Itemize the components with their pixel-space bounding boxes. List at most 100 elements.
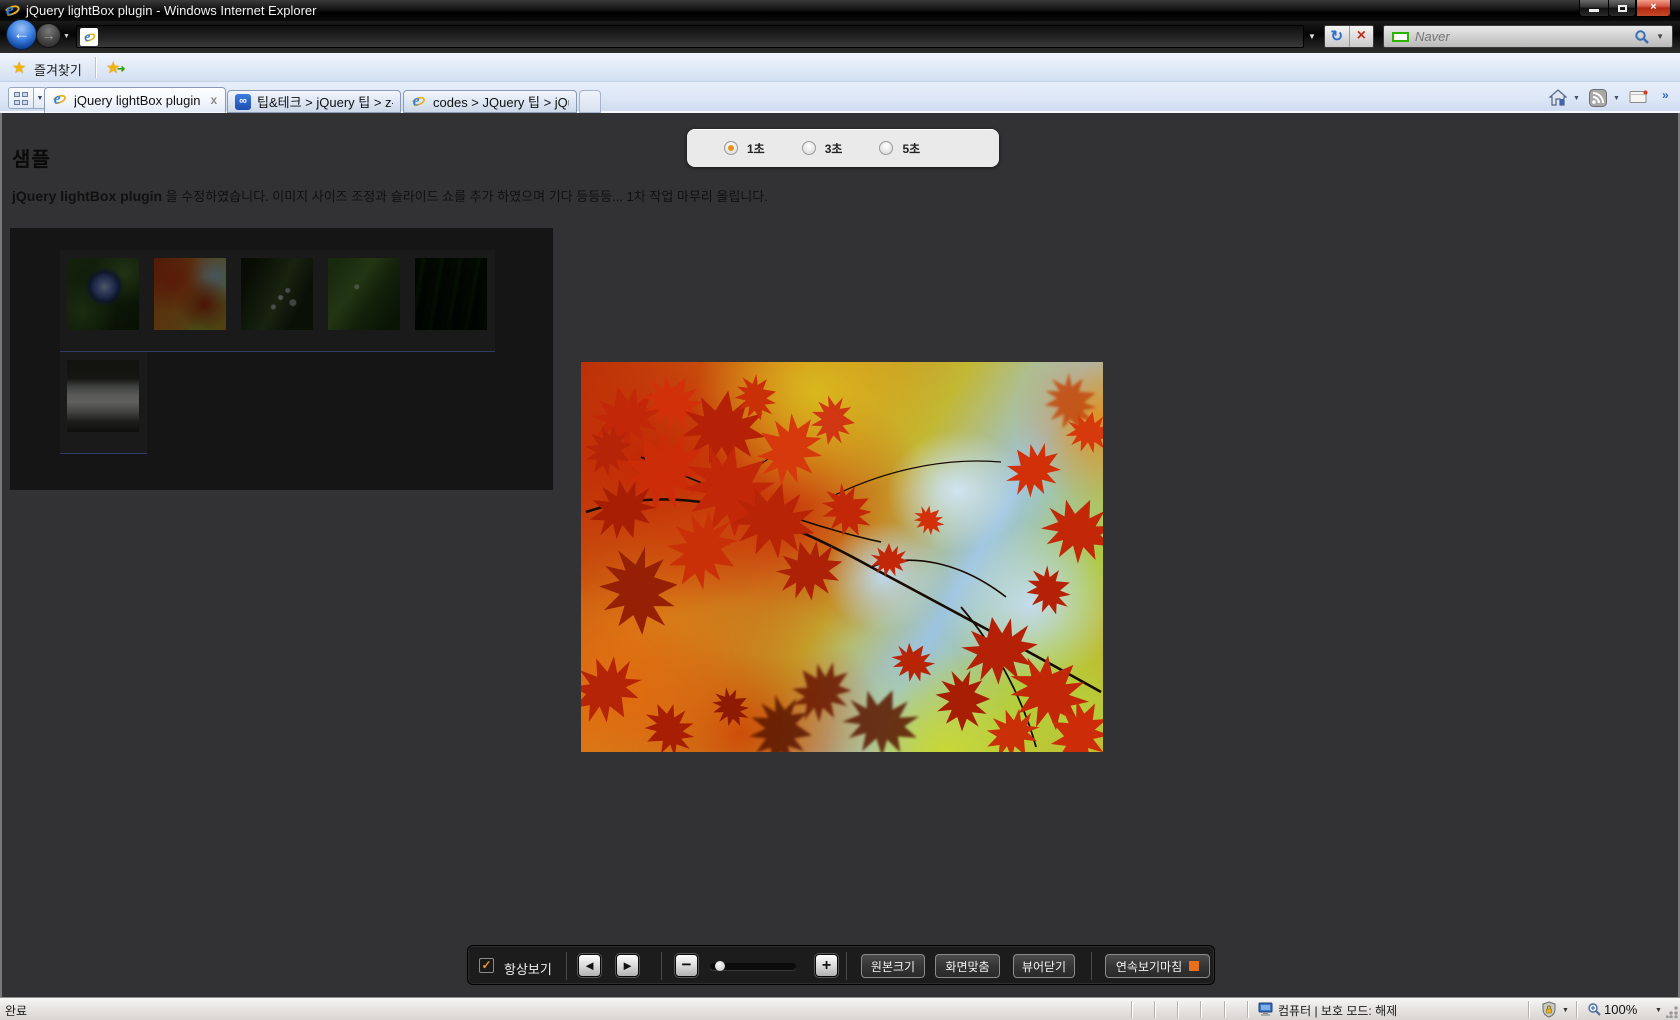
history-dropdown-icon[interactable]: ▼ [63, 33, 70, 40]
ie-favicon-icon: e [412, 94, 426, 108]
page-favicon-icon: e [80, 28, 98, 46]
window-title: jQuery lightBox plugin - Windows Interne… [26, 3, 316, 18]
security-shield-icon[interactable] [1541, 1001, 1557, 1018]
add-favorite-arrow-icon: ➜ [117, 64, 125, 75]
tab-codes[interactable]: e codes > JQuery 팁 > jQue... [403, 90, 577, 113]
toolbar-overflow-chevron-icon[interactable]: » [1662, 88, 1669, 102]
original-size-button[interactable]: 원본크기 [861, 954, 925, 978]
divider [1576, 1001, 1577, 1018]
computer-icon [1258, 1002, 1274, 1017]
radio-icon[interactable] [879, 141, 893, 155]
maple-leaves [581, 364, 1103, 752]
address-dropdown-icon[interactable]: ▼ [1308, 32, 1316, 41]
tab-label: 팁&테크 > jQuery 팁 > z-... [257, 92, 393, 111]
favorites-bar: ★ 즐겨찾기 ★ ➜ [0, 53, 1680, 82]
zoom-in-button[interactable]: + [815, 954, 838, 977]
title-bar: e jQuery lightBox plugin - Windows Inter… [0, 0, 1680, 21]
page-title: 샘플 [12, 143, 51, 172]
stop-icon[interactable]: × [1350, 26, 1374, 47]
address-input[interactable] [98, 26, 1303, 47]
divider [1091, 952, 1092, 980]
stop-square-icon [1189, 961, 1199, 971]
intro-rest: 을 수정하였습니다. 이미지 사이즈 조정과 슬라이드 쇼를 추가 하였으며 기… [162, 189, 768, 204]
ie-icon: e [5, 3, 21, 19]
refresh-icon[interactable]: ↻ [1325, 26, 1350, 47]
window-controls: × [1579, 0, 1671, 17]
zoom-slider-knob[interactable] [715, 961, 725, 971]
tab-bar: ▼ e jQuery lightBox plugin x ∞ 팁&테크 > jQ… [0, 82, 1680, 113]
thumbnail-leaf-waterdrops[interactable] [234, 250, 321, 352]
divider [846, 952, 847, 980]
minimize-button[interactable] [1579, 0, 1608, 17]
divider [95, 57, 96, 78]
favorites-button[interactable]: 즐겨찾기 [34, 60, 82, 79]
slideshow-interval-panel: 1초 3초 5초 [687, 129, 999, 167]
lightbox-photo-maple-leaves[interactable] [581, 362, 1103, 752]
search-input[interactable] [1415, 29, 1634, 44]
address-bar[interactable]: e [76, 25, 1304, 48]
search-options-dropdown-icon[interactable]: ▼ [1656, 32, 1664, 41]
intro-bold: jQuery lightBox plugin [12, 188, 162, 204]
ie-favicon-icon: e [53, 93, 67, 107]
stop-slideshow-label: 연속보기마침 [1116, 958, 1182, 975]
resize-grip [1666, 1006, 1678, 1018]
divider [1154, 1001, 1155, 1018]
divider [1224, 1001, 1225, 1018]
tab-label: codes > JQuery 팁 > jQue... [433, 92, 569, 111]
divider [661, 952, 662, 980]
feeds-dropdown-icon[interactable]: ▼ [1613, 95, 1620, 102]
interval-option-1s[interactable]: 1초 [724, 140, 765, 157]
naver-logo-icon [1392, 32, 1409, 42]
tab-label: jQuery lightBox plugin [74, 93, 200, 108]
next-image-button[interactable]: ► [616, 954, 639, 977]
close-viewer-button[interactable]: 뷰어닫기 [1013, 954, 1075, 978]
forward-button[interactable]: → [36, 23, 61, 48]
intro-text: jQuery lightBox plugin 을 수정하였습니다. 이미지 사이… [12, 186, 768, 205]
tab-jquery-lightbox[interactable]: e jQuery lightBox plugin x [44, 87, 226, 113]
divider [1131, 1001, 1132, 1018]
quick-tabs-grid-icon [14, 92, 28, 105]
zoom-dropdown-icon[interactable]: ▼ [1655, 1007, 1662, 1014]
zoom-out-button[interactable]: − [675, 954, 698, 977]
radio-icon[interactable] [802, 141, 816, 155]
back-button[interactable]: ← [6, 19, 37, 50]
always-show-checkbox[interactable]: ✓ [479, 958, 494, 973]
favorites-star-icon[interactable]: ★ [12, 58, 26, 78]
home-dropdown-icon[interactable]: ▼ [1573, 95, 1580, 102]
zoom-level-text[interactable]: 100% [1604, 1002, 1637, 1017]
status-text: 완료 [5, 1002, 27, 1019]
interval-option-5s[interactable]: 5초 [879, 140, 920, 157]
quick-tabs-button[interactable] [8, 87, 34, 109]
thumbnail-white-suv[interactable] [60, 352, 147, 454]
search-icon[interactable] [1634, 29, 1650, 45]
tab-tips-tech[interactable]: ∞ 팁&테크 > jQuery 팁 > z-... [227, 90, 401, 113]
zoom-magnifier-icon[interactable] [1587, 1002, 1602, 1017]
interval-option-3s[interactable]: 3초 [802, 140, 843, 157]
tistory-favicon-icon: ∞ [235, 94, 251, 110]
restore-button[interactable] [1608, 0, 1636, 17]
rss-feed-icon[interactable] [1589, 89, 1607, 107]
tab-close-icon[interactable]: x [210, 93, 217, 107]
divider [1247, 1001, 1248, 1018]
thumbnail-green-dew[interactable] [321, 250, 408, 352]
radio-selected-icon[interactable] [724, 141, 738, 155]
previous-image-button[interactable]: ◄ [578, 954, 601, 977]
radio-label: 1초 [747, 140, 765, 157]
fit-screen-button[interactable]: 화면맞춤 [935, 954, 1000, 978]
status-bar: 완료 컴퓨터 | 보호 모드: 해제 ▼ 100% ▼ [0, 997, 1680, 1020]
stop-slideshow-button[interactable]: 연속보기마침 [1105, 954, 1210, 978]
search-box[interactable]: ▼ [1383, 25, 1673, 48]
protected-mode-dropdown-icon[interactable]: ▼ [1562, 1007, 1569, 1014]
zoom-slider[interactable] [710, 963, 796, 970]
radio-label: 3초 [825, 140, 843, 157]
thumbnail-grass[interactable] [408, 250, 495, 352]
divider [1177, 1001, 1178, 1018]
divider [1528, 1001, 1529, 1018]
thumbnail-red-maple[interactable] [147, 250, 234, 352]
refresh-stop-group: ↻ × [1324, 25, 1374, 48]
read-mail-icon[interactable] [1629, 89, 1649, 105]
close-button[interactable]: × [1636, 0, 1671, 17]
new-tab-stub[interactable] [579, 90, 601, 113]
thumbnail-blue-flower[interactable] [60, 250, 147, 352]
home-icon[interactable] [1549, 89, 1567, 107]
